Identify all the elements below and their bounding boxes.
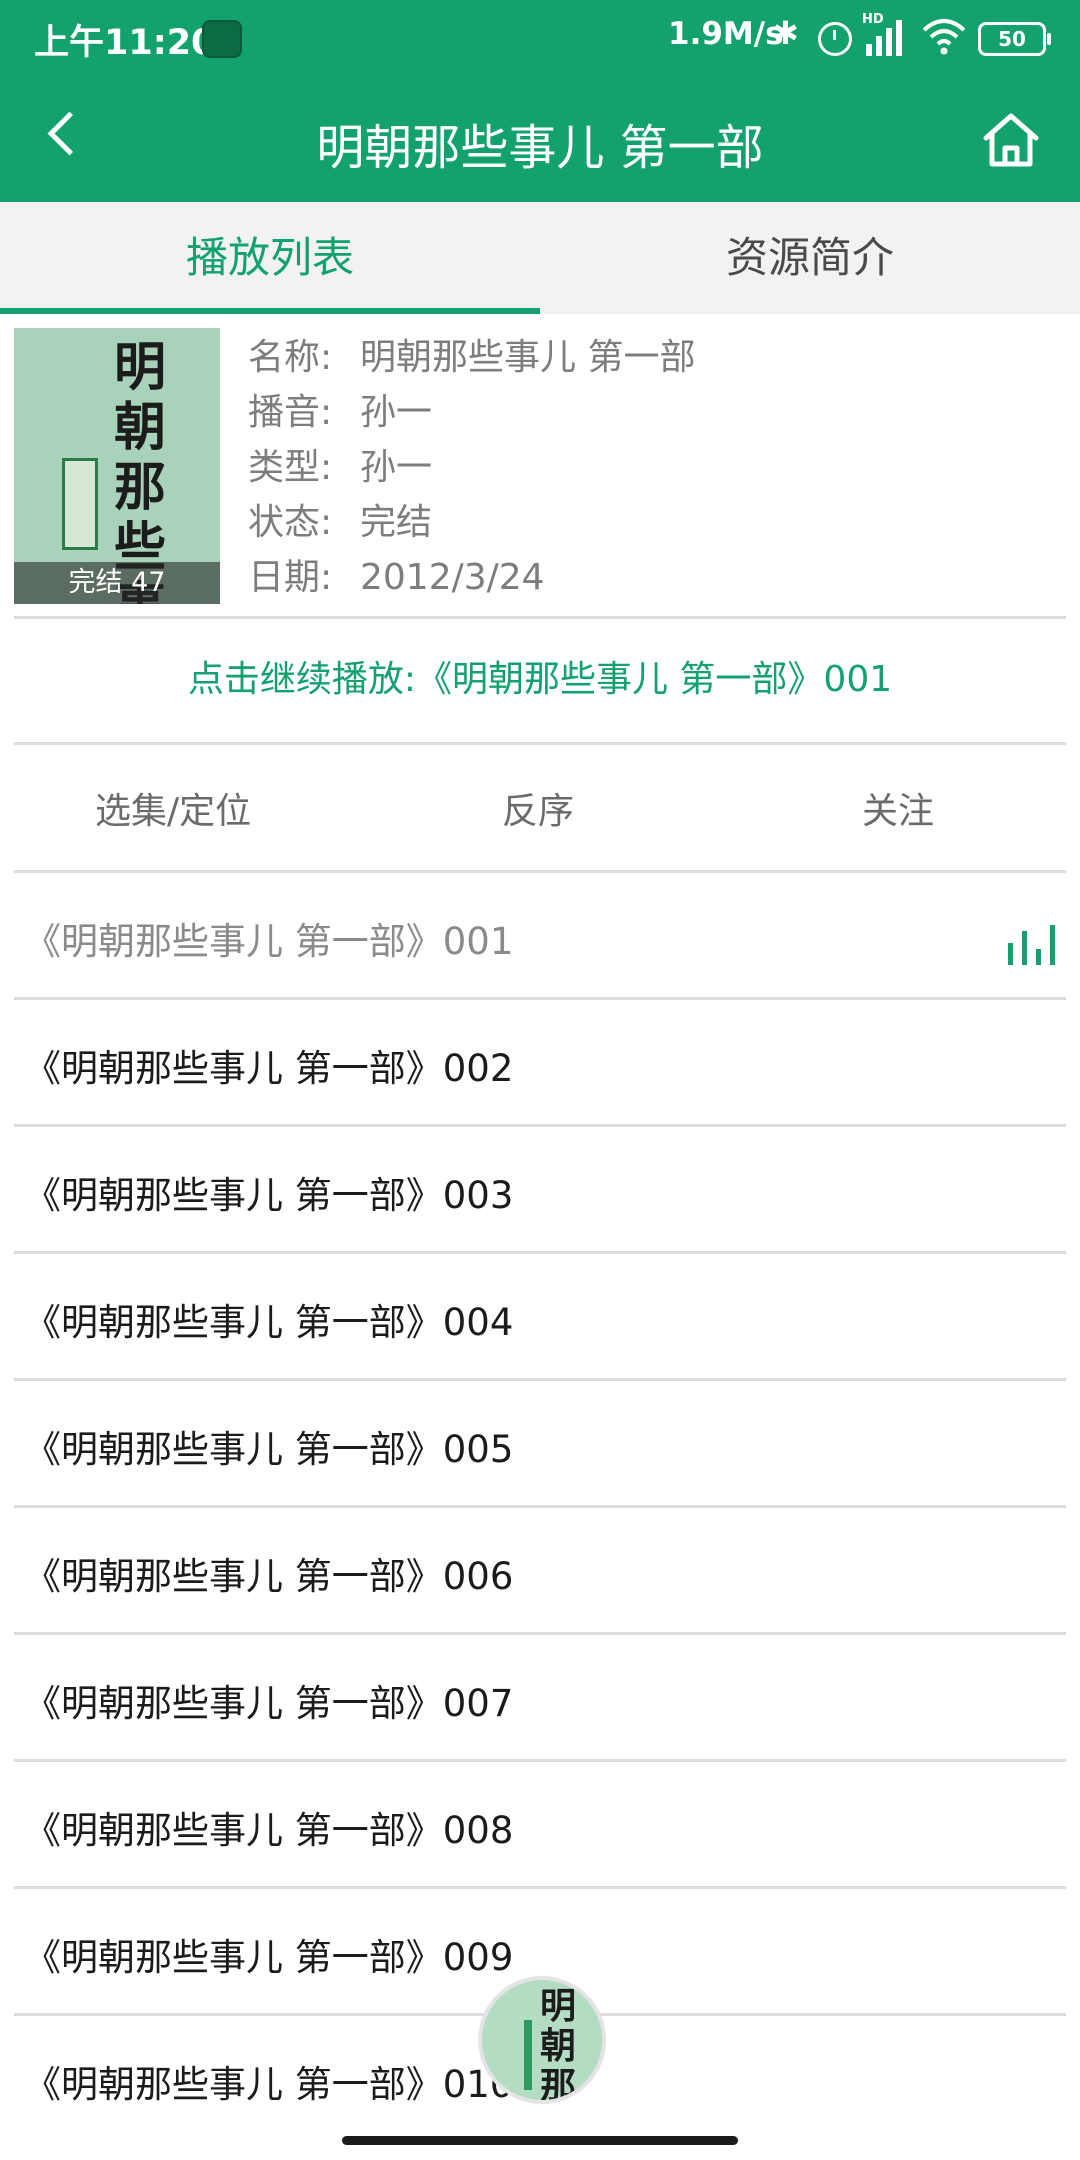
action-bar: 选集/定位 反序 关注: [0, 752, 1080, 872]
info-type: 类型: 孙一: [248, 440, 1048, 495]
info-label: 名称:: [248, 337, 333, 378]
status-icons: ✱ HD 50: [770, 12, 1060, 62]
book-cover[interactable]: 明朝那些事 完结 47: [14, 328, 220, 604]
continue-play-link[interactable]: 点击继续播放:《明朝那些事儿 第一部》001: [0, 650, 1080, 702]
home-indicator[interactable]: [342, 2136, 738, 2145]
episode-title: 《明朝那些事儿 第一部》002: [24, 1047, 514, 1090]
tab-playlist[interactable]: 播放列表: [0, 202, 540, 314]
divider: [14, 742, 1066, 745]
episode-item[interactable]: 《明朝那些事儿 第一部》006: [14, 1508, 1066, 1635]
status-bar: 上午11:20 1.9M/s ✱ HD 50: [0, 0, 1080, 74]
info-narrator: 播音: 孙一: [248, 385, 1048, 440]
info-label: 状态:: [248, 502, 333, 543]
cover-seal: [62, 458, 98, 550]
info-label: 日期:: [248, 557, 333, 598]
mini-player-cover-title: 明朝那些事: [540, 1985, 577, 2104]
tab-active-indicator: [0, 308, 540, 314]
info-value: 孙一: [360, 447, 433, 488]
episode-title: 《明朝那些事儿 第一部》008: [24, 1809, 514, 1852]
episode-title: 《明朝那些事儿 第一部》006: [24, 1555, 514, 1598]
info-label: 类型:: [248, 447, 333, 488]
app-notification-icon: [202, 20, 242, 58]
tab-bar: 播放列表 资源简介: [0, 202, 1080, 314]
episode-item[interactable]: 《明朝那些事儿 第一部》004: [14, 1254, 1066, 1381]
home-icon: [983, 113, 1039, 167]
network-speed: 1.9M/s: [668, 16, 784, 52]
episode-title: 《明朝那些事儿 第一部》001: [24, 920, 514, 963]
episode-item[interactable]: 《明朝那些事儿 第一部》002: [14, 1000, 1066, 1127]
divider: [14, 616, 1066, 619]
signal-icon: [862, 18, 908, 56]
alarm-icon: [818, 22, 852, 56]
episode-item[interactable]: 《明朝那些事儿 第一部》001: [14, 873, 1066, 1000]
episode-title: 《明朝那些事儿 第一部》009: [24, 1936, 514, 1979]
battery-icon: 50: [978, 22, 1051, 56]
episode-item[interactable]: 《明朝那些事儿 第一部》003: [14, 1127, 1066, 1254]
back-button[interactable]: [42, 108, 92, 168]
episode-title: 《明朝那些事儿 第一部》003: [24, 1174, 514, 1217]
mini-player-cover-stripe: [524, 2020, 532, 2090]
cover-status-badge: 完结 47: [14, 562, 220, 604]
status-time: 上午11:20: [34, 23, 216, 63]
info-status: 状态: 完结: [248, 495, 1048, 550]
select-episode-button[interactable]: 选集/定位: [95, 782, 251, 834]
episode-title: 《明朝那些事儿 第一部》007: [24, 1682, 514, 1725]
episode-title: 《明朝那些事儿 第一部》005: [24, 1428, 514, 1471]
info-value: 完结: [360, 502, 433, 543]
wifi-icon: [922, 16, 966, 60]
episode-item[interactable]: 《明朝那些事儿 第一部》007: [14, 1635, 1066, 1762]
follow-button[interactable]: 关注: [862, 782, 934, 834]
playing-equalizer-icon: [1006, 913, 1062, 965]
bluetooth-icon: ✱: [772, 14, 799, 52]
reverse-order-button[interactable]: 反序: [502, 782, 574, 834]
page-title: 明朝那些事儿 第一部: [316, 120, 764, 176]
top-bar: 上午11:20 1.9M/s ✱ HD 50 明朝那些事儿 第一部: [0, 0, 1080, 202]
book-info: 名称: 明朝那些事儿 第一部 播音: 孙一 类型: 孙一 状态: 完结 日期: 2012/…: [248, 330, 1048, 605]
home-button[interactable]: [980, 110, 1042, 170]
info-date: 日期: 2012/3/24: [248, 550, 1048, 605]
mini-player-button[interactable]: 明朝那些事: [478, 1976, 606, 2104]
episode-item[interactable]: 《明朝那些事儿 第一部》005: [14, 1381, 1066, 1508]
info-value: 孙一: [360, 392, 433, 433]
episode-title: 《明朝那些事儿 第一部》004: [24, 1301, 514, 1344]
tab-resource-intro[interactable]: 资源简介: [540, 202, 1080, 314]
episode-title: 《明朝那些事儿 第一部》010: [24, 2063, 514, 2106]
episode-item[interactable]: 《明朝那些事儿 第一部》008: [14, 1762, 1066, 1889]
info-value: 2012/3/24: [360, 557, 545, 598]
info-label: 播音:: [248, 392, 333, 433]
info-name: 名称: 明朝那些事儿 第一部: [248, 330, 1048, 385]
info-value: 明朝那些事儿 第一部: [360, 337, 696, 378]
